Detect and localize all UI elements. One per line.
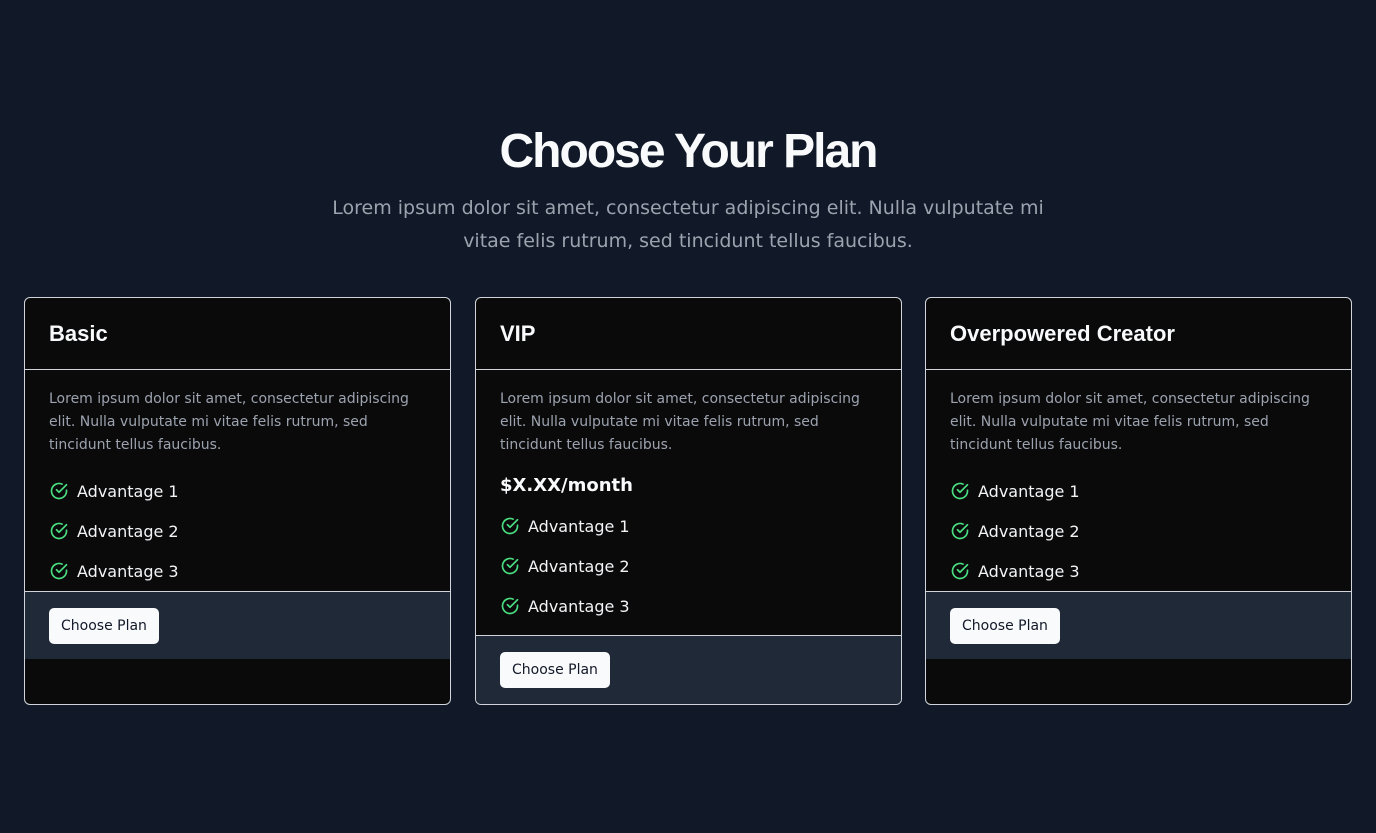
feature-label: Advantage 1 — [528, 516, 630, 536]
plan-card-basic: Basic Lorem ipsum dolor sit amet, consec… — [24, 297, 451, 705]
check-circle-icon — [50, 562, 68, 580]
feature-label: Advantage 3 — [528, 596, 630, 616]
plan-name: Overpowered Creator — [950, 320, 1175, 346]
plan-card-header: Basic — [25, 298, 450, 370]
feature-item: Advantage 2 — [950, 511, 1327, 551]
feature-item: Advantage 1 — [49, 471, 426, 511]
feature-label: Advantage 2 — [528, 556, 630, 576]
plan-card-overpowered-creator: Overpowered Creator Lorem ipsum dolor si… — [925, 297, 1352, 705]
plan-card-header: VIP — [476, 298, 901, 370]
plan-card-vip: VIP Lorem ipsum dolor sit amet, consecte… — [475, 297, 902, 705]
check-circle-icon — [50, 522, 68, 540]
feature-label: Advantage 3 — [978, 561, 1080, 581]
plan-description: Lorem ipsum dolor sit amet, consectetur … — [500, 391, 860, 453]
feature-list: Advantage 1 Advantage 2 Advantage 3 — [500, 506, 877, 626]
plan-card-footer: Choose Plan — [25, 591, 450, 659]
pricing-page: Choose Your Plan Lorem ipsum dolor sit a… — [0, 0, 1376, 833]
feature-label: Advantage 1 — [978, 481, 1080, 501]
page-subtitle: Lorem ipsum dolor sit amet, consectetur … — [332, 197, 1044, 252]
plan-cards: Basic Lorem ipsum dolor sit amet, consec… — [24, 297, 1352, 705]
feature-item: Advantage 2 — [500, 546, 877, 586]
plan-name: VIP — [500, 320, 536, 346]
plan-card-body: Lorem ipsum dolor sit amet, consectetur … — [25, 370, 450, 591]
feature-item: Advantage 1 — [950, 471, 1327, 511]
check-circle-icon — [501, 517, 519, 535]
feature-label: Advantage 1 — [77, 481, 179, 501]
plan-card-header: Overpowered Creator — [926, 298, 1351, 370]
choose-plan-button[interactable]: Choose Plan — [950, 608, 1060, 644]
check-circle-icon — [501, 597, 519, 615]
feature-item: Advantage 1 — [500, 506, 877, 546]
plan-name: Basic — [49, 320, 108, 346]
plan-card-body: Lorem ipsum dolor sit amet, consectetur … — [926, 370, 1351, 591]
check-circle-icon — [951, 522, 969, 540]
check-circle-icon — [951, 482, 969, 500]
plan-price: $X.XX/month — [500, 475, 633, 496]
feature-item: Advantage 3 — [950, 551, 1327, 591]
check-circle-icon — [50, 482, 68, 500]
feature-item: Advantage 3 — [49, 551, 426, 591]
feature-label: Advantage 3 — [77, 561, 179, 581]
plan-card-footer: Choose Plan — [926, 591, 1351, 659]
plan-card-body: Lorem ipsum dolor sit amet, consectetur … — [476, 370, 901, 626]
feature-item: Advantage 2 — [49, 511, 426, 551]
feature-label: Advantage 2 — [978, 521, 1080, 541]
feature-item: Advantage 3 — [500, 586, 877, 626]
hero-section: Choose Your Plan Lorem ipsum dolor sit a… — [0, 118, 1376, 258]
feature-list: Advantage 1 Advantage 2 Advantage 3 — [950, 471, 1327, 591]
plan-card-footer: Choose Plan — [476, 635, 901, 704]
plan-description: Lorem ipsum dolor sit amet, consectetur … — [950, 391, 1310, 453]
feature-list: Advantage 1 Advantage 2 Advantage 3 — [49, 471, 426, 591]
choose-plan-button[interactable]: Choose Plan — [49, 608, 159, 644]
check-circle-icon — [501, 557, 519, 575]
page-title: Choose Your Plan — [499, 125, 879, 178]
plan-description: Lorem ipsum dolor sit amet, consectetur … — [49, 391, 409, 453]
check-circle-icon — [951, 562, 969, 580]
choose-plan-button[interactable]: Choose Plan — [500, 652, 610, 688]
feature-label: Advantage 2 — [77, 521, 179, 541]
